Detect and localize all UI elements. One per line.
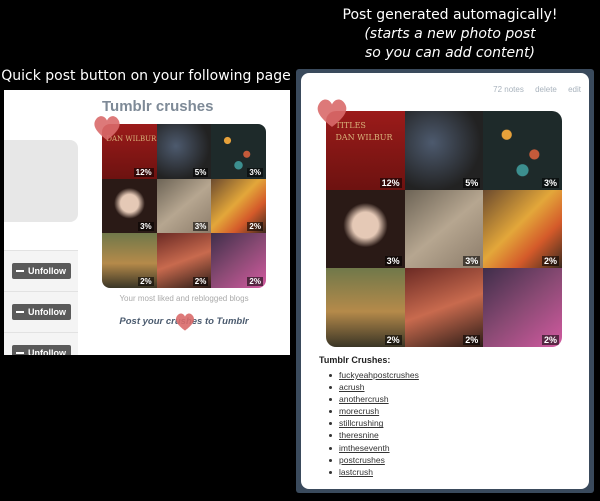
tile-percent: 3% [463, 256, 481, 267]
right-caption: Post generated automagically! (starts a … [300, 6, 600, 63]
crush-tile: 2% [483, 189, 562, 269]
minus-icon [16, 311, 24, 313]
unfollow-button[interactable]: Unfollow [12, 345, 71, 355]
tile-percent: 2% [247, 276, 263, 286]
tile-percent: 2% [192, 276, 209, 286]
follow-row: Unfollow [4, 250, 78, 291]
crush-tile[interactable]: 3% [156, 178, 212, 234]
crush-tile[interactable]: 2% [156, 233, 212, 288]
tile-percent: 2% [384, 334, 402, 345]
tile-percent: 5% [192, 167, 209, 177]
crush-tile: 2% [404, 268, 484, 347]
crush-tile[interactable]: 3% [102, 178, 157, 234]
heart-icon [317, 99, 347, 127]
unfollow-button[interactable]: Unfollow [12, 304, 71, 320]
tile-percent: 12% [379, 177, 402, 188]
crush-tile[interactable]: 2% [211, 178, 266, 234]
crush-link[interactable]: postcrushes [339, 455, 385, 465]
tumblr-crushes-title: Tumblr crushes [102, 98, 214, 115]
right-caption-line1: Post generated automagically! [342, 7, 558, 23]
edit-link[interactable]: edit [568, 85, 581, 94]
post-frame: 72 notes delete edit TITLES DAN WILBUR 1… [296, 69, 594, 493]
crush-link[interactable]: anothercrush [339, 394, 389, 404]
post-controls: 72 notes delete edit [484, 85, 581, 94]
crush-link[interactable]: morecrush [339, 406, 379, 416]
crushes-grid: DAN WILBUR 12% 5% 3% 3% 3% 2% 2% 2% 2% [102, 124, 266, 288]
crush-tile[interactable]: 2% [211, 233, 266, 288]
crush-tile: 3% [483, 111, 562, 190]
tile-percent: 5% [463, 177, 481, 188]
minus-icon [16, 270, 24, 272]
minus-icon [16, 352, 24, 354]
list-item: imtheseventh [329, 442, 419, 454]
heart-icon [176, 313, 194, 331]
tile-percent: 3% [192, 222, 209, 232]
list-item: lastcrush [329, 466, 419, 478]
tile-percent: 3% [247, 167, 263, 177]
list-item: acrush [329, 381, 419, 393]
list-item: anothercrush [329, 393, 419, 405]
crush-link[interactable]: fuckyeahpostcrushes [339, 370, 419, 380]
crush-tile: 2% [326, 268, 405, 347]
list-item: postcrushes [329, 454, 419, 466]
crushes-photo: TITLES DAN WILBUR 12% 5% 3% 3% 3% 2% 2% … [326, 111, 562, 347]
follow-row: Unfollow [4, 291, 78, 332]
tile-percent: 3% [541, 177, 559, 188]
list-item: stillcrushing [329, 417, 419, 429]
following-page-panel: Unfollow Unfollow Unfollow Tumblr crushe… [4, 90, 290, 355]
left-caption: Quick post button on your following page [1, 68, 291, 84]
notes-link[interactable]: 72 notes [493, 85, 524, 94]
follow-row: Unfollow [4, 332, 78, 355]
right-caption-line2: (starts a new photo post [364, 26, 536, 42]
tile-percent: 2% [541, 256, 559, 267]
crush-tile: 5% [404, 111, 484, 190]
crush-tile[interactable]: 5% [156, 124, 212, 179]
crush-tile[interactable]: 3% [211, 124, 266, 179]
crush-tile[interactable]: 2% [102, 233, 157, 288]
right-caption-line3: so you can add content) [365, 45, 535, 61]
crush-link[interactable]: imtheseventh [339, 443, 390, 453]
list-item: morecrush [329, 405, 419, 417]
crushes-list: fuckyeahpostcrushes acrush anothercrush … [329, 369, 419, 478]
crushes-caption: Your most liked and reblogged blogs [119, 294, 249, 303]
heart-icon [94, 116, 120, 141]
crush-tile: 3% [404, 189, 484, 269]
tile-percent: 2% [138, 276, 154, 286]
tile-percent: 3% [138, 222, 154, 232]
tile-percent: 12% [133, 167, 154, 177]
crush-link[interactable]: stillcrushing [339, 418, 383, 428]
crush-tile: 3% [326, 189, 405, 269]
tile-percent: 2% [541, 334, 559, 345]
crush-link[interactable]: lastcrush [339, 467, 373, 477]
tile-percent: 3% [384, 256, 402, 267]
crushes-heading: Tumblr Crushes: [319, 355, 391, 365]
list-item: fuckyeahpostcrushes [329, 369, 419, 381]
tile-percent: 2% [463, 334, 481, 345]
list-item: theresnine [329, 429, 419, 441]
tile-percent: 2% [247, 222, 263, 232]
sidebar-card [4, 140, 78, 222]
delete-link[interactable]: delete [535, 85, 557, 94]
crush-tile: 2% [483, 268, 562, 347]
photo-post: 72 notes delete edit TITLES DAN WILBUR 1… [301, 73, 589, 489]
crush-link[interactable]: acrush [339, 382, 365, 392]
crush-link[interactable]: theresnine [339, 430, 379, 440]
unfollow-button[interactable]: Unfollow [12, 263, 71, 279]
